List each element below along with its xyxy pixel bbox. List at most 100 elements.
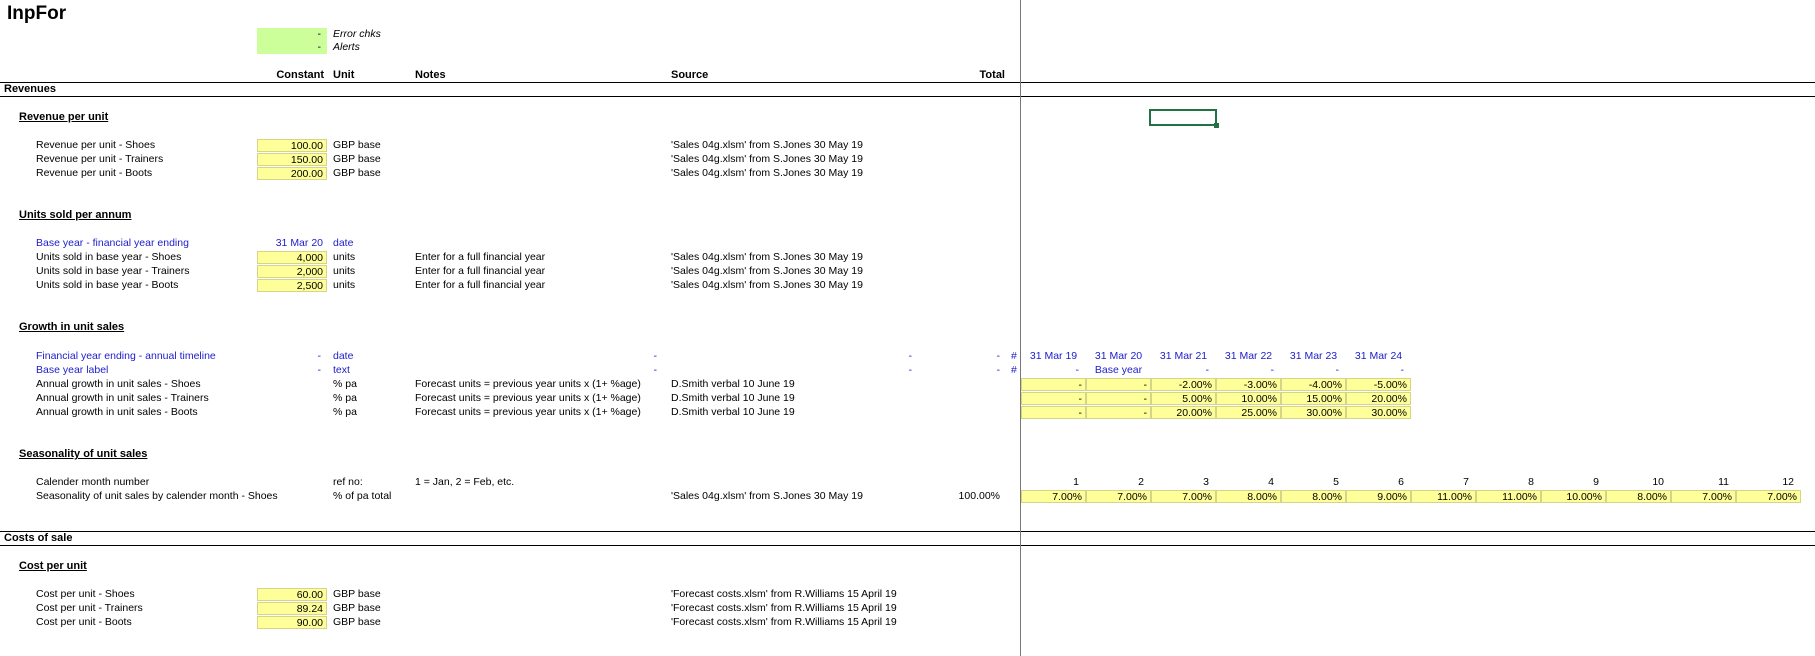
month-9: 9 — [1593, 476, 1599, 488]
season-m4[interactable]: 8.00% — [1216, 490, 1281, 503]
seasonality-shoes-label: Seasonality of unit sales by calender mo… — [36, 490, 278, 502]
col-total: Total — [979, 69, 1005, 81]
growth-shoes-y3[interactable]: -3.00% — [1216, 378, 1281, 391]
rev-boots-input[interactable]: 200.00 — [257, 167, 327, 180]
cost-trainers-input[interactable]: 89.24 — [257, 602, 327, 615]
growth-boots-y5[interactable]: 30.00% — [1346, 406, 1411, 419]
season-m5[interactable]: 8.00% — [1281, 490, 1346, 503]
growth-boots-notes: Forecast units = previous year units x (… — [415, 406, 641, 418]
cost-boots-input[interactable]: 90.00 — [257, 616, 327, 629]
growth-boots-y4[interactable]: 30.00% — [1281, 406, 1346, 419]
growth-shoes-notes: Forecast units = previous year units x (… — [415, 378, 641, 390]
revenues-top-border — [0, 82, 1815, 83]
timeline-notes: - — [653, 350, 658, 362]
seasonality-shoes-source: 'Sales 04g.xlsm' from S.Jones 30 May 19 — [671, 490, 863, 502]
cost-trainers-source: 'Forecast costs.xlsm' from R.Williams 15… — [671, 602, 897, 614]
growth-boots-y0[interactable]: - — [1021, 406, 1086, 419]
error-check-value[interactable]: - — [257, 28, 322, 41]
rev-boots-unit: GBP base — [333, 167, 381, 179]
timeline-label: Financial year ending - annual timeline — [36, 350, 216, 362]
season-m10[interactable]: 8.00% — [1606, 490, 1671, 503]
year-2: 31 Mar 21 — [1159, 350, 1208, 362]
season-m3[interactable]: 7.00% — [1151, 490, 1216, 503]
units-shoes-input[interactable]: 4,000 — [257, 251, 327, 264]
growth-shoes-y0[interactable]: - — [1021, 378, 1086, 391]
month-7: 7 — [1463, 476, 1469, 488]
growth-boots-y3[interactable]: 25.00% — [1216, 406, 1281, 419]
year-5: 31 Mar 24 — [1354, 350, 1403, 362]
growth-shoes-y5[interactable]: -5.00% — [1346, 378, 1411, 391]
rev-boots-source: 'Sales 04g.xlsm' from S.Jones 30 May 19 — [671, 167, 863, 179]
units-trainers-label: Units sold in base year - Trainers — [36, 265, 190, 277]
cost-shoes-input[interactable]: 60.00 — [257, 588, 327, 601]
units-trainers-input[interactable]: 2,000 — [257, 265, 327, 278]
month-11: 11 — [1718, 476, 1729, 488]
units-shoes-unit: units — [333, 251, 356, 263]
year-1: 31 Mar 20 — [1094, 350, 1143, 362]
col-source: Source — [671, 69, 709, 81]
units-shoes-notes: Enter for a full financial year — [415, 251, 546, 263]
month-row-unit: ref no: — [333, 476, 363, 488]
growth-trainers-y2[interactable]: 5.00% — [1151, 392, 1216, 405]
rev-shoes-source: 'Sales 04g.xlsm' from S.Jones 30 May 19 — [671, 139, 863, 151]
growth-shoes-y4[interactable]: -4.00% — [1281, 378, 1346, 391]
units-boots-source: 'Sales 04g.xlsm' from S.Jones 30 May 19 — [671, 279, 863, 291]
units-boots-input[interactable]: 2,500 — [257, 279, 327, 292]
growth-trainers-y5[interactable]: 20.00% — [1346, 392, 1411, 405]
selected-cell[interactable] — [1149, 109, 1217, 126]
timeline-const: - — [317, 350, 322, 362]
units-trainers-unit: units — [333, 265, 356, 277]
fill-handle[interactable] — [1214, 123, 1219, 128]
cost-trainers-label: Cost per unit - Trainers — [36, 602, 143, 614]
timeline-total-a: - — [996, 350, 1001, 362]
base-label-val-3: - — [1270, 364, 1275, 376]
seasonality-title: Seasonality of unit sales — [19, 448, 148, 460]
timeline-unit: date — [333, 350, 354, 362]
rev-shoes-input[interactable]: 100.00 — [257, 139, 327, 152]
timeline-source: - — [908, 350, 913, 362]
season-m12[interactable]: 7.00% — [1736, 490, 1801, 503]
cost-shoes-source: 'Forecast costs.xlsm' from R.Williams 15… — [671, 588, 897, 600]
growth-boots-y2[interactable]: 20.00% — [1151, 406, 1216, 419]
season-m1[interactable]: 7.00% — [1021, 490, 1086, 503]
cost-boots-label: Cost per unit - Boots — [36, 616, 132, 628]
season-m8[interactable]: 11.00% — [1476, 490, 1541, 503]
season-m2[interactable]: 7.00% — [1086, 490, 1151, 503]
seasonality-shoes-unit: % of pa total — [333, 490, 392, 502]
growth-trainers-y3[interactable]: 10.00% — [1216, 392, 1281, 405]
growth-shoes-y2[interactable]: -2.00% — [1151, 378, 1216, 391]
season-m7[interactable]: 11.00% — [1411, 490, 1476, 503]
rev-trainers-input[interactable]: 150.00 — [257, 153, 327, 166]
base-label-val-5: - — [1400, 364, 1405, 376]
rev-boots-label: Revenue per unit - Boots — [36, 167, 153, 179]
base-label-notes: - — [653, 364, 658, 376]
base-label-val-2: - — [1205, 364, 1210, 376]
growth-trainers-notes: Forecast units = previous year units x (… — [415, 392, 641, 404]
base-label-val-1: Base year — [1094, 364, 1143, 376]
month-5: 5 — [1333, 476, 1339, 488]
growth-boots-y1[interactable]: - — [1086, 406, 1151, 419]
year-4: 31 Mar 23 — [1289, 350, 1338, 362]
rev-trainers-source: 'Sales 04g.xlsm' from S.Jones 30 May 19 — [671, 153, 863, 165]
col-notes: Notes — [415, 69, 446, 81]
cost-per-unit-title: Cost per unit — [19, 560, 87, 572]
growth-trainers-y4[interactable]: 15.00% — [1281, 392, 1346, 405]
units-sold-title: Units sold per annum — [19, 209, 132, 221]
rev-trainers-unit: GBP base — [333, 153, 381, 165]
month-12: 12 — [1782, 476, 1794, 488]
col-constant: Constant — [276, 69, 324, 81]
alerts-value[interactable]: - — [257, 41, 322, 54]
month-row-label: Calender month number — [36, 476, 150, 488]
season-m6[interactable]: 9.00% — [1346, 490, 1411, 503]
growth-trainers-y0[interactable]: - — [1021, 392, 1086, 405]
season-m9[interactable]: 10.00% — [1541, 490, 1606, 503]
base-label-label: Base year label — [36, 364, 109, 376]
growth-trainers-y1[interactable]: - — [1086, 392, 1151, 405]
seasonality-shoes-total: 100.00% — [958, 490, 1000, 502]
growth-shoes-y1[interactable]: - — [1086, 378, 1151, 391]
season-m11[interactable]: 7.00% — [1671, 490, 1736, 503]
cost-shoes-unit: GBP base — [333, 588, 381, 600]
units-trainers-notes: Enter for a full financial year — [415, 265, 546, 277]
costs-bottom-border — [0, 545, 1815, 546]
base-year-input[interactable]: 31 Mar 20 — [257, 237, 323, 250]
